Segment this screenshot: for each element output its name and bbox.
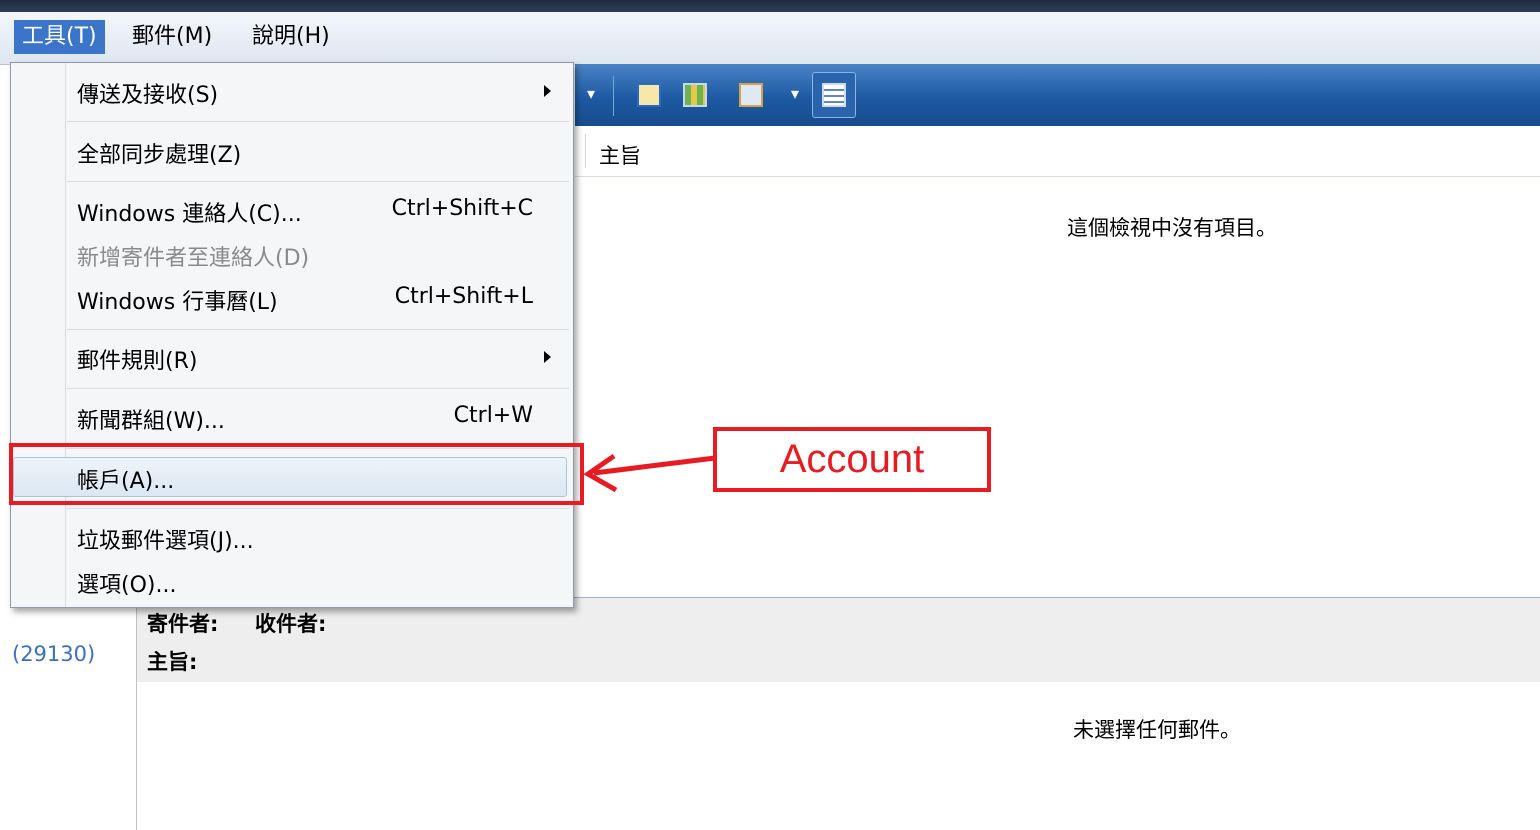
find-message-icon[interactable] bbox=[739, 83, 763, 107]
folder-pane: (29130) bbox=[0, 600, 137, 830]
layout-icon bbox=[822, 83, 846, 107]
preview-subject-label: 主旨: bbox=[147, 650, 198, 674]
submenu-arrow-icon bbox=[544, 85, 551, 97]
menu-item-send-receive[interactable]: 傳送及接收(S) bbox=[11, 69, 573, 113]
menu-tools[interactable]: 工具(T) bbox=[14, 20, 105, 54]
dropdown-arrow-icon[interactable]: ▾ bbox=[587, 84, 595, 103]
preview-empty-text: 未選擇任何郵件。 bbox=[1073, 718, 1241, 742]
window-top-edge bbox=[0, 0, 1540, 12]
menu-item-newsgroups[interactable]: 新聞群組(W)... Ctrl+W bbox=[11, 395, 573, 439]
menu-bar: 工具(T) 郵件(M) 說明(H) bbox=[0, 12, 1540, 65]
menu-item-junk-email-options[interactable]: 垃圾郵件選項(J)... bbox=[11, 515, 573, 559]
menu-item-message-rules[interactable]: 郵件規則(R) bbox=[11, 335, 573, 379]
preview-from-label: 寄件者: bbox=[147, 612, 219, 636]
menu-item-add-sender: 新增寄件者至連絡人(D) bbox=[11, 232, 573, 276]
menu-item-shortcut: Ctrl+Shift+C bbox=[391, 196, 533, 221]
message-list-empty-text: 這個檢視中沒有項目。 bbox=[1067, 216, 1277, 240]
menu-help[interactable]: 說明(H) bbox=[244, 20, 338, 54]
tools-menu: 傳送及接收(S) 全部同步處理(Z) Windows 連絡人(C)... Ctr… bbox=[10, 62, 574, 608]
menu-item-windows-calendar[interactable]: Windows 行事曆(L) Ctrl+Shift+L bbox=[11, 276, 573, 320]
submenu-arrow-icon bbox=[544, 351, 551, 363]
menu-item-sync-all[interactable]: 全部同步處理(Z) bbox=[11, 129, 573, 173]
preview-to-label: 收件者: bbox=[255, 612, 327, 636]
annotation-arrow-icon bbox=[583, 453, 716, 493]
column-divider[interactable] bbox=[585, 134, 586, 168]
menu-item-label: Windows 連絡人(C)... bbox=[77, 202, 302, 227]
annotation-label: Account bbox=[713, 427, 991, 492]
menu-item-label: 全部同步處理(Z) bbox=[77, 143, 242, 168]
toolbar-separator bbox=[613, 76, 614, 116]
menu-item-label: 垃圾郵件選項(J)... bbox=[77, 529, 254, 554]
layout-toggle-button[interactable] bbox=[812, 72, 856, 118]
menu-item-label: 傳送及接收(S) bbox=[77, 83, 219, 108]
calendar-grid-icon[interactable] bbox=[683, 83, 707, 107]
menu-separator bbox=[67, 181, 569, 182]
folder-unread-count[interactable]: (29130) bbox=[12, 642, 95, 666]
menu-mail[interactable]: 郵件(M) bbox=[124, 20, 220, 54]
menu-item-label: 新聞群組(W)... bbox=[77, 409, 225, 434]
contact-card-icon[interactable] bbox=[637, 83, 661, 107]
find-dropdown-icon[interactable]: ▾ bbox=[791, 84, 799, 103]
menu-separator bbox=[67, 121, 569, 122]
menu-separator bbox=[67, 508, 569, 509]
annotation-highlight-box bbox=[9, 443, 584, 505]
message-list-header: 主旨 bbox=[575, 126, 1540, 177]
menu-item-label: 郵件規則(R) bbox=[77, 349, 198, 374]
menu-item-label: 選項(O)... bbox=[77, 573, 177, 598]
menu-item-shortcut: Ctrl+Shift+L bbox=[394, 284, 533, 309]
menu-item-label: Windows 行事曆(L) bbox=[77, 290, 278, 315]
menu-separator bbox=[67, 388, 569, 389]
toolbar: ▾ ▾ bbox=[575, 64, 1540, 126]
menu-separator bbox=[67, 329, 569, 330]
menu-item-options[interactable]: 選項(O)... bbox=[11, 559, 573, 603]
preview-header: 寄件者: 收件者: 主旨: bbox=[137, 598, 1540, 682]
menu-item-windows-contacts[interactable]: Windows 連絡人(C)... Ctrl+Shift+C bbox=[11, 188, 573, 232]
column-subject[interactable]: 主旨 bbox=[599, 140, 641, 170]
menu-item-shortcut: Ctrl+W bbox=[453, 403, 533, 428]
menu-item-label: 新增寄件者至連絡人(D) bbox=[77, 246, 310, 271]
